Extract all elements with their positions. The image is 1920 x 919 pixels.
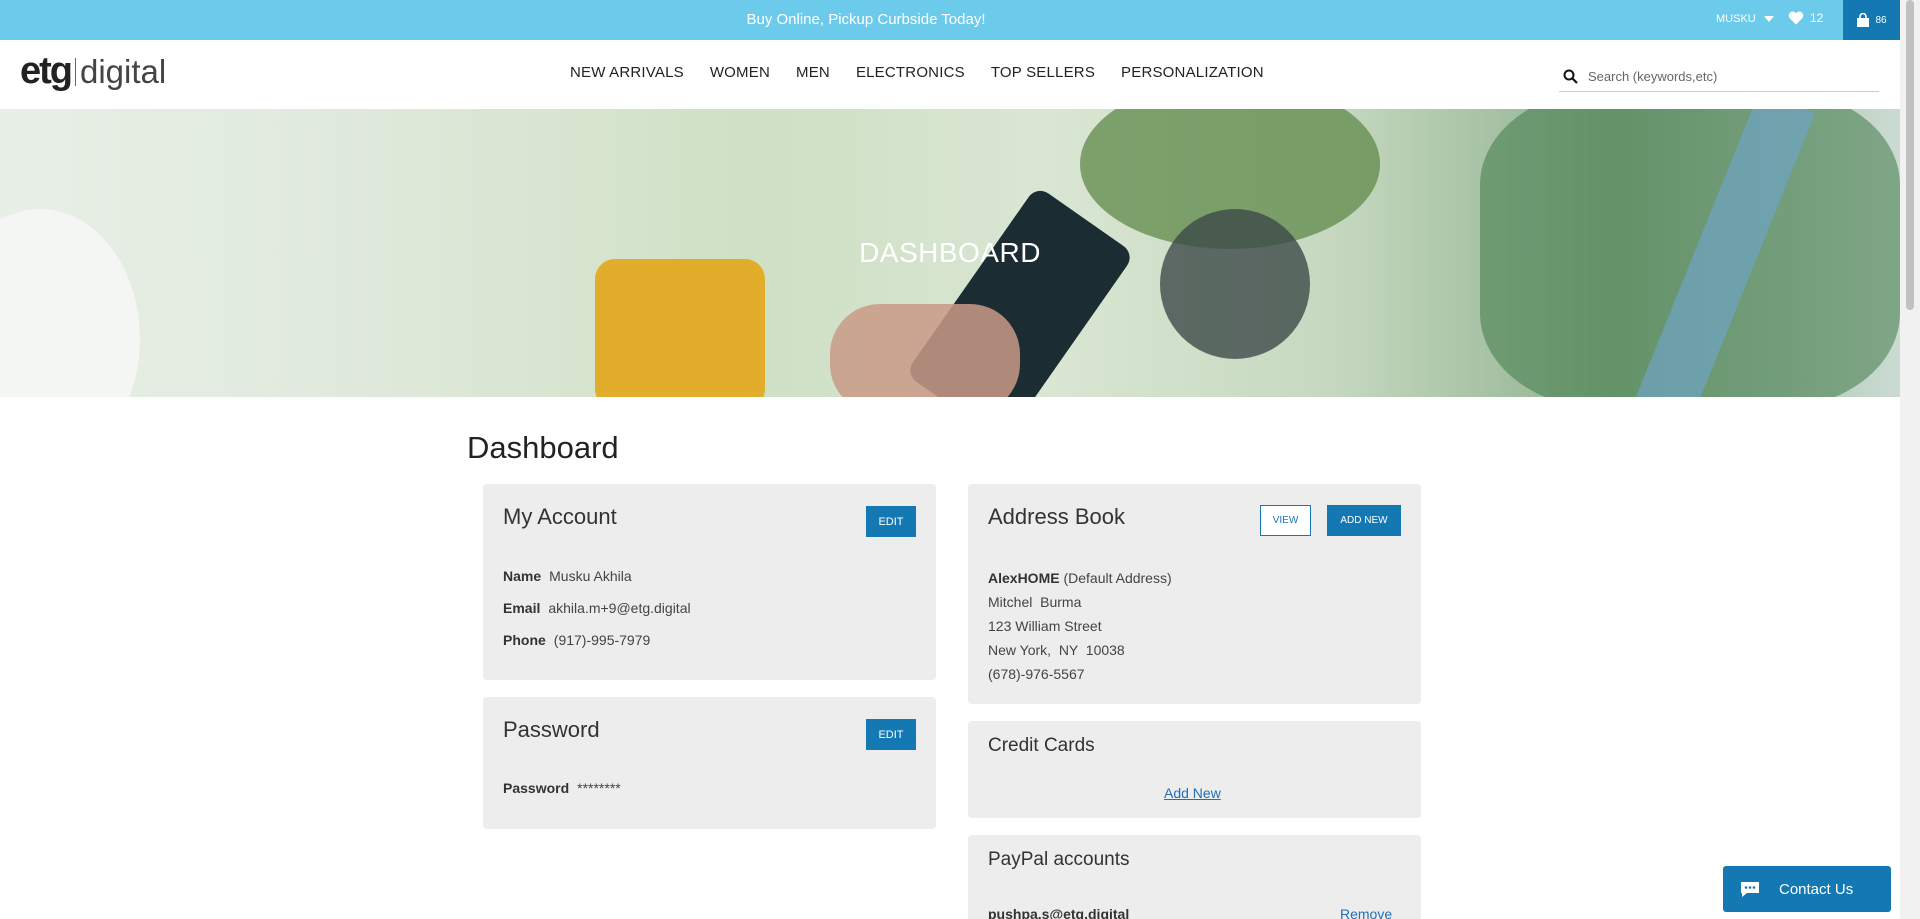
- contact-us-label: Contact Us: [1779, 880, 1854, 898]
- account-email-row: Email akhila.m+9@etg.digital: [503, 600, 691, 616]
- scrollbar-thumb[interactable]: [1906, 0, 1914, 310]
- cart-count: 86: [1875, 14, 1887, 26]
- promo-text: Buy Online, Pickup Curbside Today!: [746, 11, 986, 28]
- nav-top-sellers[interactable]: TOP SELLERS: [991, 64, 1095, 81]
- password-card: Password EDIT Password ********: [483, 697, 936, 829]
- paypal-title: PayPal accounts: [988, 849, 1130, 870]
- view-addresses-button[interactable]: VIEW: [1260, 505, 1311, 536]
- logo-etg: etg: [20, 50, 73, 92]
- password-row: Password ********: [503, 780, 621, 796]
- logo-digital: digital: [80, 53, 167, 90]
- main-nav: NEW ARRIVALS WOMEN MEN ELECTRONICS TOP S…: [570, 64, 1290, 81]
- phone-label: Phone: [503, 632, 546, 648]
- password-value: ********: [577, 780, 621, 796]
- hero-image-pot: [1160, 209, 1310, 359]
- wishlist-count: 12: [1810, 11, 1824, 25]
- address-city: New York, NY 10038: [988, 642, 1125, 658]
- shopping-bag-icon: [1857, 12, 1870, 27]
- email-label: Email: [503, 600, 541, 616]
- heart-icon: [1788, 11, 1804, 25]
- top-banner: Buy Online, Pickup Curbside Today! MUSKU…: [0, 0, 1900, 40]
- password-title: Password: [503, 717, 600, 742]
- phone-value: (917)-995-7979: [553, 632, 651, 648]
- add-address-button[interactable]: ADD NEW: [1327, 505, 1401, 536]
- account-phone-row: Phone (917)-995-7979: [503, 632, 650, 648]
- edit-account-button[interactable]: EDIT: [866, 506, 916, 537]
- chevron-down-icon: [1763, 16, 1774, 22]
- hero-title: DASHBOARD: [859, 237, 1041, 268]
- logo-divider: [75, 57, 76, 86]
- nav-women[interactable]: WOMEN: [710, 64, 770, 81]
- credit-cards-title: Credit Cards: [988, 735, 1095, 756]
- page-scrollbar[interactable]: [1900, 0, 1920, 919]
- address-book-card: Address Book VIEW ADD NEW AlexHOME (Defa…: [968, 484, 1421, 704]
- account-name-row: Name Musku Akhila: [503, 568, 632, 584]
- hero-image-hand: [830, 304, 1020, 397]
- address-nickname: AlexHOME: [988, 570, 1060, 586]
- address-nickname-line: AlexHOME (Default Address): [988, 566, 1172, 590]
- nav-men[interactable]: MEN: [796, 64, 830, 81]
- page: Buy Online, Pickup Curbside Today! MUSKU…: [0, 0, 1920, 919]
- paypal-card: PayPal accounts pushpa.s@etg.digital Rem…: [968, 835, 1421, 919]
- user-name: MUSKU: [1716, 13, 1756, 25]
- hero-banner: DASHBOARD: [0, 109, 1900, 397]
- nav-personalization[interactable]: PERSONALIZATION: [1121, 64, 1264, 81]
- name-value: Musku Akhila: [549, 568, 632, 584]
- my-account-title: My Account: [503, 504, 617, 529]
- address-name: Mitchel Burma: [988, 594, 1082, 610]
- site-logo[interactable]: etg digital: [20, 50, 166, 93]
- address-book-title: Address Book: [988, 504, 1125, 529]
- password-label: Password: [503, 780, 570, 796]
- email-value: akhila.m+9@etg.digital: [548, 600, 691, 616]
- page-title: Dashboard: [467, 430, 619, 465]
- default-address-note: (Default Address): [1063, 570, 1172, 586]
- search-bar: [1559, 62, 1879, 92]
- nav-electronics[interactable]: ELECTRONICS: [856, 64, 965, 81]
- hero-image-mug: [595, 259, 765, 397]
- nav-new-arrivals[interactable]: NEW ARRIVALS: [570, 64, 684, 81]
- chat-icon: [1741, 882, 1759, 897]
- cart-button[interactable]: 86: [1843, 0, 1900, 40]
- address-phone: (678)-976-5567: [988, 666, 1085, 682]
- my-account-card: My Account EDIT Name Musku Akhila Email ak…: [483, 484, 936, 680]
- paypal-email: pushpa.s@etg.digital: [988, 906, 1130, 919]
- search-input[interactable]: [1588, 69, 1868, 84]
- wishlist-button[interactable]: 12: [1788, 11, 1823, 25]
- remove-paypal-link[interactable]: Remove: [1340, 906, 1392, 919]
- credit-cards-card: Credit Cards Add New: [968, 721, 1421, 818]
- add-credit-card-link[interactable]: Add New: [1164, 785, 1221, 801]
- site-header: etg digital NEW ARRIVALS WOMEN MEN ELECT…: [0, 40, 1900, 109]
- search-icon[interactable]: [1563, 69, 1578, 84]
- contact-us-button[interactable]: Contact Us: [1723, 866, 1891, 912]
- user-menu[interactable]: MUSKU: [1716, 13, 1774, 25]
- edit-password-button[interactable]: EDIT: [866, 719, 916, 750]
- address-street: 123 William Street: [988, 618, 1102, 634]
- default-address: AlexHOME (Default Address) Mitchel Burma…: [988, 566, 1172, 686]
- name-label: Name: [503, 568, 542, 584]
